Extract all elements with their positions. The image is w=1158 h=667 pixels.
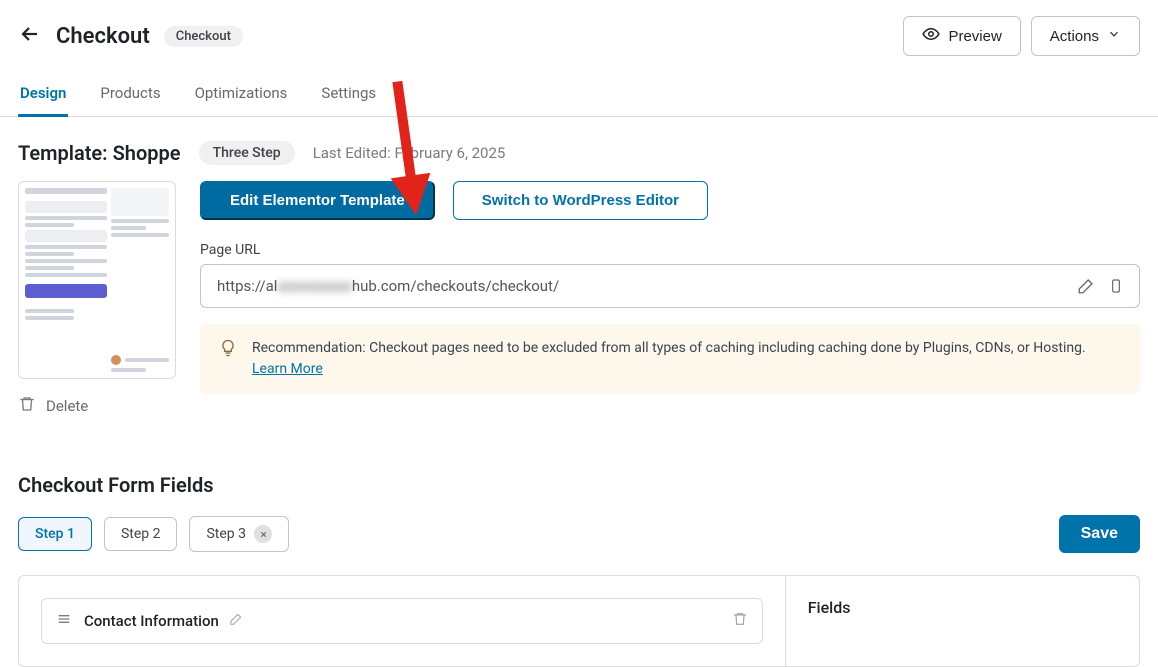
- actions-button-label: Actions: [1050, 28, 1099, 45]
- step-label: Step 1: [35, 526, 75, 542]
- tab-label: Settings: [321, 84, 376, 102]
- contact-information-section[interactable]: Contact Information: [41, 598, 763, 644]
- tab-label: Design: [20, 84, 66, 102]
- last-edited-label: Last Edited: February 6, 2025: [313, 144, 506, 162]
- edit-section-icon[interactable]: [229, 612, 243, 630]
- page-url-input-wrap: https://alxxxxxxxxxxhub.com/checkouts/ch…: [200, 264, 1140, 308]
- chevron-down-icon: [1107, 27, 1121, 45]
- recommendation-notice: Recommendation: Checkout pages need to b…: [200, 324, 1140, 394]
- contact-info-label: Contact Information: [84, 612, 219, 630]
- step-type-badge: Checkout: [164, 26, 243, 47]
- tab-products[interactable]: Products: [98, 72, 162, 117]
- save-label: Save: [1081, 525, 1118, 542]
- tab-label: Products: [100, 84, 160, 102]
- tab-optimizations[interactable]: Optimizations: [193, 72, 290, 117]
- template-title: Template: Shoppe: [18, 141, 181, 165]
- copy-url-button[interactable]: [1101, 271, 1131, 301]
- back-arrow-icon[interactable]: [18, 22, 42, 50]
- tab-settings[interactable]: Settings: [319, 72, 378, 117]
- page-url-suffix: hub.com/checkouts/checkout/: [352, 277, 559, 295]
- step-1-button[interactable]: Step 1: [18, 517, 92, 551]
- tab-label: Optimizations: [195, 84, 288, 102]
- step-3-button[interactable]: Step 3: [189, 516, 289, 552]
- page-url-redacted: xxxxxxxxxx: [277, 277, 351, 295]
- step-label: Step 3: [206, 526, 246, 542]
- tab-design[interactable]: Design: [18, 72, 68, 117]
- switch-wp-editor-label: Switch to WordPress Editor: [482, 192, 679, 209]
- template-variant-badge: Three Step: [199, 141, 295, 165]
- delete-label: Delete: [46, 397, 88, 415]
- delete-template-button[interactable]: Delete: [18, 395, 176, 417]
- preview-button[interactable]: Preview: [903, 16, 1020, 56]
- page-title: Checkout: [56, 24, 150, 49]
- page-url-label: Page URL: [200, 242, 1140, 258]
- form-fields-heading: Checkout Form Fields: [18, 473, 1140, 497]
- edit-elementor-label: Edit Elementor Template: [230, 192, 405, 209]
- drag-handle-icon[interactable]: [56, 611, 72, 631]
- save-button[interactable]: Save: [1059, 515, 1140, 553]
- form-fields-panel: Contact Information: [19, 576, 785, 666]
- lightbulb-icon: [218, 338, 238, 362]
- trash-icon: [18, 395, 36, 417]
- switch-wp-editor-button[interactable]: Switch to WordPress Editor: [453, 181, 708, 220]
- step-2-button[interactable]: Step 2: [104, 517, 178, 551]
- preview-button-label: Preview: [948, 28, 1001, 45]
- step-label: Step 2: [121, 526, 161, 542]
- eye-icon: [922, 25, 940, 47]
- fields-sidebar: Fields: [785, 576, 1139, 666]
- remove-step-icon[interactable]: [254, 525, 272, 543]
- edit-elementor-button[interactable]: Edit Elementor Template: [200, 181, 435, 220]
- template-thumbnail[interactable]: [18, 181, 176, 379]
- page-url-input[interactable]: https://alxxxxxxxxxxhub.com/checkouts/ch…: [217, 277, 1071, 295]
- fields-panel-title: Fields: [808, 598, 1117, 617]
- page-url-prefix: https://al: [217, 277, 277, 295]
- main-tabs: Design Products Optimizations Settings: [0, 72, 1158, 117]
- recommendation-text: Recommendation: Checkout pages need to b…: [252, 340, 1086, 356]
- actions-button[interactable]: Actions: [1031, 16, 1140, 56]
- edit-url-button[interactable]: [1071, 271, 1101, 301]
- delete-section-icon[interactable]: [732, 611, 748, 631]
- learn-more-link[interactable]: Learn More: [252, 361, 323, 377]
